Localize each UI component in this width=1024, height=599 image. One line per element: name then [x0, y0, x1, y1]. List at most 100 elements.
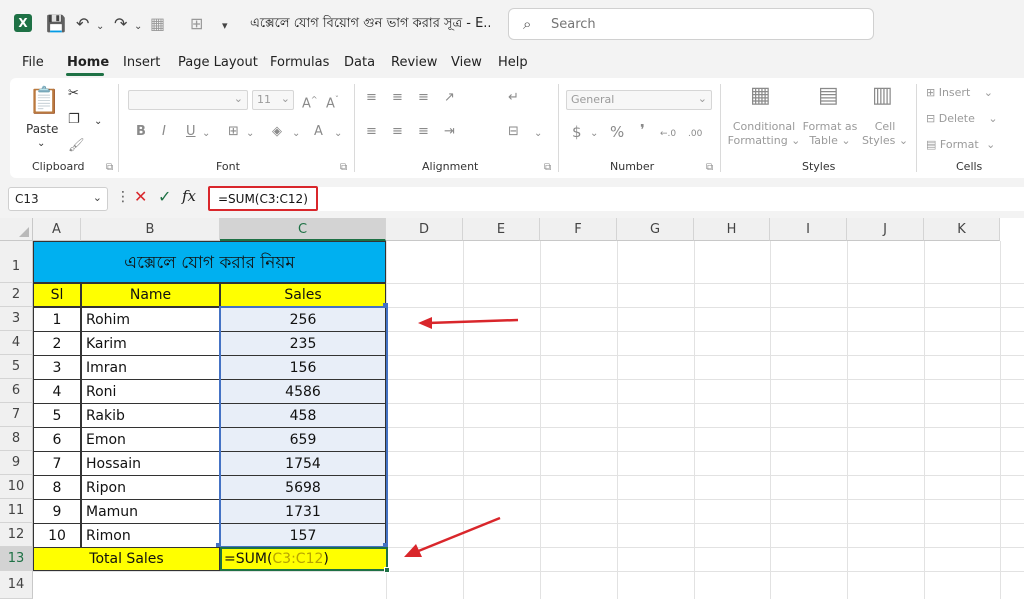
decrease-decimal-button[interactable]: .00	[688, 126, 702, 142]
row-header-14[interactable]: 14	[0, 571, 33, 599]
row-header-12[interactable]: 12	[0, 523, 33, 547]
undo-icon[interactable]: ↶	[76, 14, 89, 34]
format-as-table-icon[interactable]: ▤	[818, 85, 839, 107]
number-format-combo[interactable]: General ⌄	[566, 90, 712, 110]
bold-button[interactable]: B	[136, 124, 146, 140]
cancel-icon[interactable]: ✕	[134, 187, 147, 206]
total-formula-cell[interactable]: =SUM(C3:C12)	[220, 547, 388, 571]
increase-decimal-button[interactable]: ←.0	[660, 126, 676, 142]
cut-icon[interactable]: ✂	[68, 86, 79, 102]
cell-sales[interactable]: 235	[220, 331, 386, 356]
column-header-k[interactable]: K	[924, 218, 1000, 241]
search-input[interactable]	[549, 15, 849, 33]
name-box[interactable]: C13 ⌄	[8, 187, 108, 211]
name-box-dropdown-icon[interactable]: ⌄	[93, 191, 102, 204]
paste-dropdown-icon[interactable]: ⌄	[37, 136, 45, 152]
format-as-table-button[interactable]: Format as Table ⌄	[800, 120, 860, 148]
cell-name[interactable]: Emon	[81, 427, 220, 452]
align-left-icon[interactable]: ≡	[366, 124, 377, 140]
row-header-2[interactable]: 2	[0, 283, 33, 307]
currency-dropdown-icon[interactable]: ⌄	[590, 126, 598, 142]
merge-center-icon[interactable]: ⊟	[508, 124, 519, 140]
row-header-13[interactable]: 13	[0, 547, 33, 571]
tab-insert[interactable]: Insert	[123, 55, 160, 70]
fill-handle[interactable]	[384, 567, 390, 573]
fill-color-dropdown-icon[interactable]: ⌄	[292, 126, 300, 142]
cell-sales[interactable]: 256	[220, 307, 386, 332]
search-box[interactable]: ⌕	[508, 8, 874, 40]
column-header-e[interactable]: E	[463, 218, 540, 241]
cell-sl[interactable]: 1	[33, 307, 81, 332]
grid-view-icon[interactable]: ▦	[150, 14, 165, 34]
currency-icon[interactable]: $	[572, 124, 582, 140]
format-painter-icon[interactable]: ⊞	[190, 14, 203, 34]
delete-cells-button[interactable]: ⊟ Delete ⌄	[926, 112, 1006, 126]
borders-icon[interactable]: ⊞	[228, 124, 239, 140]
font-launcher-icon[interactable]: ⧉	[340, 160, 347, 176]
cell-sales[interactable]: 1731	[220, 499, 386, 524]
column-header-d[interactable]: D	[386, 218, 463, 241]
row-header-9[interactable]: 9	[0, 451, 33, 475]
cell-sales[interactable]: 5698	[220, 475, 386, 500]
header-cell-name[interactable]: Name	[81, 283, 220, 307]
clipboard-launcher-icon[interactable]: ⧉	[106, 160, 113, 176]
cell-sales[interactable]: 4586	[220, 379, 386, 404]
fill-color-icon[interactable]: ◈	[272, 124, 282, 140]
cell-styles-button[interactable]: Cell Styles ⌄	[860, 120, 910, 148]
cell-name[interactable]: Rohim	[81, 307, 220, 332]
tab-page-layout[interactable]: Page Layout	[178, 55, 258, 70]
italic-button[interactable]: I	[162, 124, 166, 140]
row-header-11[interactable]: 11	[0, 499, 33, 523]
increase-font-icon[interactable]: A^	[302, 92, 318, 112]
align-top-icon[interactable]: ≡	[366, 90, 377, 106]
cell-name[interactable]: Imran	[81, 355, 220, 380]
cell-sales[interactable]: 1754	[220, 451, 386, 476]
copy-icon[interactable]: ❐	[68, 112, 80, 128]
conditional-formatting-icon[interactable]: ▦	[750, 85, 771, 107]
row-header-6[interactable]: 6	[0, 379, 33, 403]
cell-sl[interactable]: 8	[33, 475, 81, 500]
tab-view[interactable]: View	[451, 55, 482, 70]
cell-name[interactable]: Karim	[81, 331, 220, 356]
paste-button[interactable]: Paste	[26, 121, 58, 137]
enter-icon[interactable]: ✓	[158, 187, 171, 206]
cell-sl[interactable]: 3	[33, 355, 81, 380]
decrease-font-icon[interactable]: Aˇ	[326, 92, 339, 112]
insert-cells-button[interactable]: ⊞ Insert ⌄	[926, 86, 1006, 100]
cell-sl[interactable]: 9	[33, 499, 81, 524]
range-handle[interactable]	[383, 303, 388, 308]
cell-name[interactable]: Hossain	[81, 451, 220, 476]
total-label-cell[interactable]: Total Sales	[33, 547, 220, 571]
font-color-dropdown-icon[interactable]: ⌄	[334, 126, 342, 142]
column-header-a[interactable]: A	[33, 218, 81, 241]
cell-sl[interactable]: 5	[33, 403, 81, 428]
tab-home[interactable]: Home	[67, 55, 109, 70]
redo-dropdown-icon[interactable]: ⌄	[134, 17, 142, 37]
borders-dropdown-icon[interactable]: ⌄	[246, 126, 254, 142]
comma-icon[interactable]: ❜	[640, 122, 645, 138]
header-cell-sl[interactable]: Sl	[33, 283, 81, 307]
save-icon[interactable]: 💾	[46, 14, 66, 34]
more-options-icon[interactable]: ⋮	[116, 189, 130, 205]
cell-name[interactable]: Ripon	[81, 475, 220, 500]
percent-icon[interactable]: %	[610, 124, 624, 140]
cell-styles-icon[interactable]: ▥	[872, 85, 893, 107]
row-header-5[interactable]: 5	[0, 355, 33, 379]
cell-name[interactable]: Roni	[81, 379, 220, 404]
underline-dropdown-icon[interactable]: ⌄	[202, 126, 210, 142]
wrap-text-icon[interactable]: ↵	[508, 90, 519, 106]
cell-name[interactable]: Mamun	[81, 499, 220, 524]
column-header-h[interactable]: H	[694, 218, 770, 241]
formula-input-area[interactable]	[318, 187, 1024, 211]
font-name-combo[interactable]: ⌄	[128, 90, 248, 110]
row-header-10[interactable]: 10	[0, 475, 33, 499]
column-header-f[interactable]: F	[540, 218, 617, 241]
conditional-formatting-button[interactable]: Conditional Formatting ⌄	[726, 120, 802, 148]
column-header-i[interactable]: I	[770, 218, 847, 241]
indent-icon[interactable]: ⇥	[444, 124, 455, 140]
paste-icon[interactable]: 📋	[28, 86, 60, 116]
cell-name[interactable]: Rimon	[81, 523, 220, 548]
column-header-g[interactable]: G	[617, 218, 694, 241]
align-right-icon[interactable]: ≡	[418, 124, 429, 140]
row-header-8[interactable]: 8	[0, 427, 33, 451]
